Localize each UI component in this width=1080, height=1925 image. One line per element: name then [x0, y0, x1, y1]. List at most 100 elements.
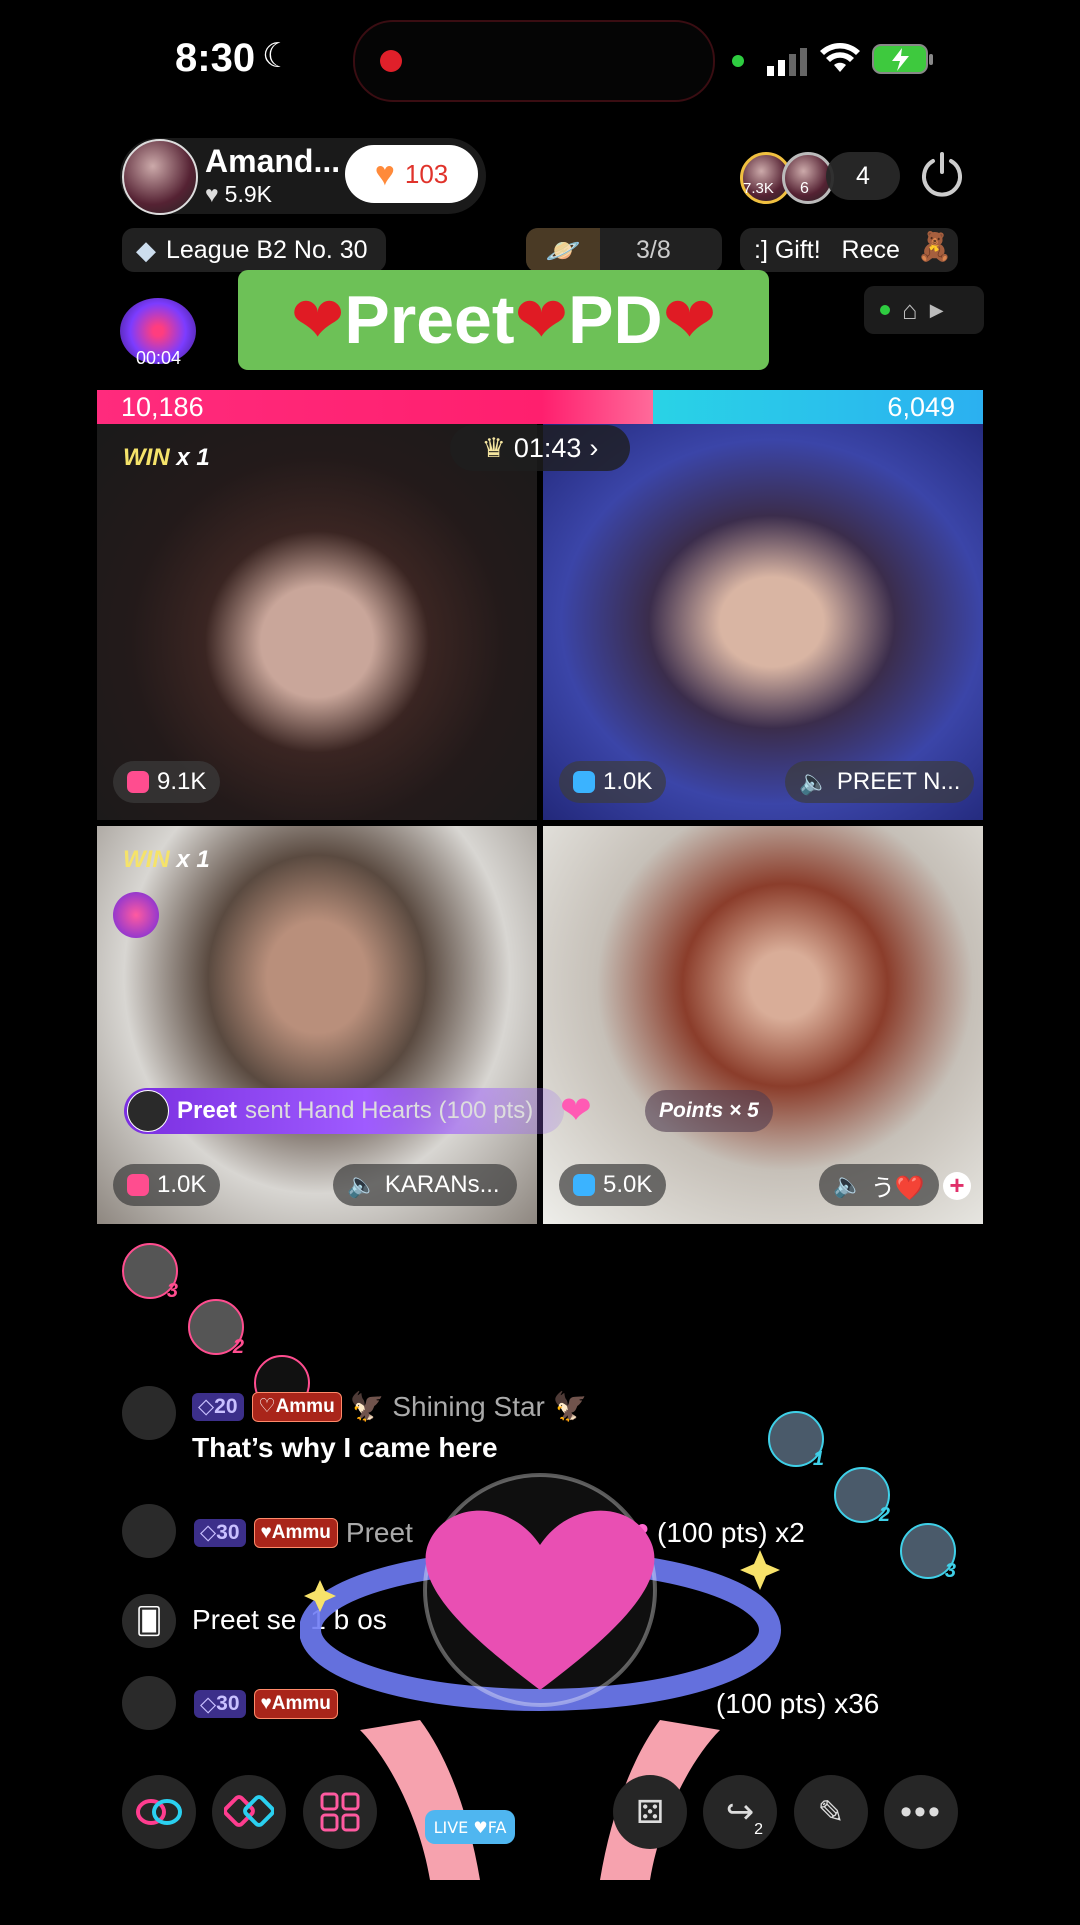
tile-speaker-label[interactable]: 🔈 PREET N...	[785, 761, 975, 803]
battle-score-bar: 10,186 6,049	[97, 390, 983, 424]
level-value: 20	[214, 1394, 238, 1418]
video-tile-2[interactable]: 1.0K 🔈 PREET N...	[543, 424, 983, 820]
gift-marquee[interactable]: :] Gift! Rece 🧸	[740, 228, 958, 272]
apps-button[interactable]	[303, 1775, 377, 1849]
video-tile-3[interactable]: WIN x 1 1.0K 🔈 KARANs...	[97, 826, 537, 1224]
banner-name-1: Preet	[344, 282, 515, 358]
moon-icon: ☾	[262, 37, 293, 75]
fan-name: Ammu	[275, 1395, 335, 1417]
tile-speaker-label[interactable]: 🔈 KARANs...	[333, 1164, 517, 1206]
viewer-count-text: 4	[856, 161, 870, 190]
tile-score-badge[interactable]: 1.0K	[113, 1164, 221, 1206]
speaker-icon: 🔈	[833, 1171, 863, 1199]
play-arrow-icon: ▶	[929, 299, 944, 320]
tile-host-name: KARANs...	[384, 1171, 500, 1198]
crown-heart-icon: ♛	[481, 432, 506, 463]
hand-hearts-gift-icon: ❤	[560, 1090, 592, 1132]
share-button[interactable]: ↪ 2	[703, 1775, 777, 1849]
chat-avatar[interactable]	[122, 1386, 176, 1440]
level-badge: ◇ 30	[194, 1518, 246, 1547]
level-badge: ◇ 30	[194, 1690, 246, 1718]
user-title: 🦅 Shining Star 🦅	[349, 1391, 588, 1422]
video-tile-4[interactable]: 5.0K 🔈 う❤️ +	[543, 826, 983, 1224]
right-rank-avatar-2[interactable]: 2	[834, 1467, 890, 1526]
progress-label: 3/8	[636, 235, 671, 264]
magic-wand-icon: ✎	[817, 1794, 845, 1830]
games-button[interactable]: ⚄	[613, 1775, 687, 1849]
viewer-count[interactable]: 4	[826, 152, 900, 200]
win-badge: WIN x 1	[123, 846, 210, 874]
tile-score: 1.0K	[157, 1171, 207, 1198]
video-tile-1[interactable]: WIN x 1 9.1K	[97, 424, 537, 820]
follow-count: 103	[404, 158, 449, 189]
host-likes-count: 5.9K	[224, 181, 272, 207]
battle-timer-text: 01:43	[513, 432, 582, 463]
left-rank-avatar-2[interactable]: 2	[188, 1299, 244, 1358]
host-name: Amand...	[205, 143, 341, 179]
more-button[interactable]: •••	[884, 1775, 958, 1849]
points-badge: Points × 5	[645, 1090, 773, 1132]
online-dot-icon	[880, 305, 890, 315]
battle-button[interactable]	[212, 1775, 286, 1849]
points-badge-text: Points × 5	[659, 1099, 759, 1122]
chat-header: ◇ 20 ♡ Ammu 🦅 Shining Star 🦅	[192, 1390, 588, 1423]
host-avatar[interactable]	[122, 139, 198, 215]
effect-timer: 00:04	[136, 348, 182, 368]
alarm-icon	[127, 1174, 149, 1196]
left-rank-avatar-1[interactable]: 3	[122, 1243, 178, 1302]
win-count: x 1	[176, 846, 210, 873]
right-rank-avatar-1[interactable]: 1	[768, 1411, 824, 1470]
chat-avatar[interactable]	[122, 1504, 176, 1558]
tile-score: 9.1K	[157, 768, 207, 795]
diamond-icon: ◆	[136, 234, 156, 265]
dynamic-island	[353, 20, 715, 102]
chat-avatar[interactable]	[122, 1676, 176, 1730]
rank-number: 3	[944, 1560, 956, 1582]
battle-timer[interactable]: ♛ 01:43 ›	[450, 425, 630, 471]
gift-notification: Preet sent Hand Hearts (100 pts)	[124, 1088, 564, 1134]
boost-effect-icon[interactable]	[113, 892, 159, 938]
rank-number: 3	[166, 1280, 178, 1302]
recording-dot-icon	[380, 50, 402, 72]
league-badge[interactable]: ◆ League B2 No. 30	[122, 228, 386, 272]
share-count: 2	[754, 1821, 763, 1838]
top-viewer-score-2: 6	[800, 180, 809, 197]
progress-chip[interactable]: 🪐 3/8	[526, 228, 722, 272]
rank-number: 2	[232, 1336, 244, 1358]
fan-badge: ♡ Ammu	[251, 1391, 342, 1422]
league-label: League B2 No. 30	[166, 235, 368, 264]
chevron-right-icon: ›	[589, 432, 599, 463]
follow-button[interactable]: ♥ 103	[345, 145, 478, 203]
battle-icon	[224, 1795, 274, 1827]
power-icon[interactable]	[918, 150, 966, 203]
share-icon: ↪	[725, 1793, 755, 1831]
tile-score: 5.0K	[603, 1171, 653, 1198]
tile-speaker-label[interactable]: 🔈 う❤️	[819, 1164, 939, 1206]
tile-score-badge[interactable]: 5.0K	[559, 1164, 667, 1206]
planet-icon: 🪐	[526, 228, 600, 272]
tile-score-badge[interactable]: 1.0K	[559, 761, 667, 803]
status-time: 8:30	[175, 36, 256, 80]
link-button[interactable]	[122, 1775, 196, 1849]
hand-hearts-animation: LIVE ♥FA	[299, 1460, 800, 1920]
effects-button[interactable]: ✎	[794, 1775, 868, 1849]
tile-host-name: う❤️	[870, 1174, 925, 1202]
link-icon	[136, 1799, 182, 1825]
tile-host-name: PREET N...	[836, 768, 961, 795]
card-icon: 🂠	[122, 1594, 176, 1648]
signal-icon	[767, 46, 817, 76]
orange-heart-icon: ♥	[374, 154, 395, 193]
speaker-icon: 🔈	[799, 768, 829, 796]
alarm-icon	[573, 771, 595, 793]
more-icon: •••	[900, 1792, 942, 1831]
banner-name-2: PD	[568, 282, 663, 358]
win-count: x 1	[176, 444, 210, 471]
wifi-icon	[820, 42, 860, 79]
add-icon[interactable]: +	[943, 1172, 971, 1200]
room-nav-chip[interactable]: ⌂ ▶	[864, 286, 984, 334]
tile-score-badge[interactable]: 9.1K	[113, 761, 221, 803]
speaker-icon: 🔈	[347, 1171, 377, 1199]
grid-icon	[320, 1792, 360, 1832]
gift-text: sent Hand Hearts (100 pts)	[245, 1097, 534, 1124]
svg-text:LIVE ♥FA: LIVE ♥FA	[434, 1818, 507, 1837]
